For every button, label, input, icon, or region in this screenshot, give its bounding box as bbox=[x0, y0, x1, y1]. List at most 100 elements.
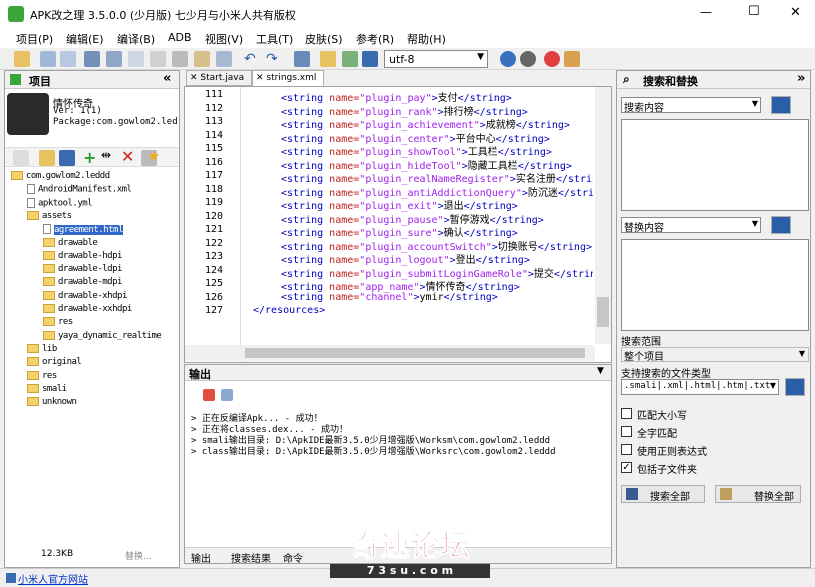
tree-item[interactable]: drawable-xhdpi bbox=[43, 290, 127, 301]
grid-icon[interactable] bbox=[40, 51, 56, 67]
tree-item[interactable]: lib bbox=[27, 343, 57, 354]
menu-project[interactable]: 项目(P) bbox=[16, 31, 53, 47]
menu-skin[interactable]: 皮肤(S) bbox=[305, 31, 343, 47]
tree-item[interactable]: apktool.yml bbox=[27, 197, 93, 208]
checkbox[interactable] bbox=[621, 426, 632, 437]
list-icon[interactable] bbox=[60, 51, 76, 67]
replace-all-button[interactable]: 替换全部 bbox=[715, 485, 801, 503]
tree-item[interactable]: assets bbox=[27, 210, 72, 221]
add-icon[interactable]: + bbox=[83, 148, 99, 167]
scissors-icon[interactable] bbox=[172, 51, 188, 67]
tree-item[interactable]: drawable-hdpi bbox=[43, 250, 122, 261]
open-folder-icon[interactable] bbox=[39, 150, 55, 166]
horizontal-scrollbar[interactable] bbox=[185, 345, 595, 361]
doc-icon[interactable] bbox=[13, 150, 29, 166]
option-regex[interactable]: 使用正则表达式 bbox=[621, 443, 801, 458]
expand-button[interactable]: » bbox=[797, 71, 805, 86]
save-icon[interactable] bbox=[84, 51, 100, 67]
official-site-link[interactable]: 小米人官方网站 bbox=[18, 571, 88, 586]
tab-start-java[interactable]: ✕ Start.java bbox=[186, 70, 252, 86]
vertical-scrollbar[interactable] bbox=[595, 87, 611, 344]
option-whole-word[interactable]: 全字匹配 bbox=[621, 425, 801, 440]
search-input[interactable]: 搜索内容 ▼ bbox=[621, 97, 761, 114]
image-icon[interactable] bbox=[342, 51, 358, 67]
option-subfolders[interactable]: ✓ 包括子文件夹 bbox=[621, 461, 801, 476]
menu-tools[interactable]: 工具(T) bbox=[256, 31, 293, 47]
checkbox[interactable] bbox=[621, 408, 632, 419]
code-editor[interactable]: 111 <string name="plugin_pay">支付</string>… bbox=[184, 86, 612, 363]
filetype-select[interactable]: .smali|.xml|.html|.htm|.txt ▼ bbox=[621, 379, 779, 395]
filetype-apply-button[interactable] bbox=[785, 378, 805, 396]
menu-build[interactable]: 编译(B) bbox=[117, 31, 155, 47]
tree-item[interactable]: drawable-mdpi bbox=[43, 277, 122, 287]
compare-icon[interactable]: ⇹ bbox=[101, 148, 117, 164]
tree-item[interactable]: drawable bbox=[43, 237, 98, 248]
find-icon[interactable] bbox=[294, 51, 310, 67]
clear-output-icon[interactable] bbox=[203, 389, 215, 401]
bug-icon[interactable] bbox=[520, 51, 536, 67]
cut-icon[interactable] bbox=[150, 51, 166, 67]
replace-go-button[interactable] bbox=[771, 216, 791, 234]
copy-icon[interactable] bbox=[128, 51, 144, 67]
copy-output-icon[interactable] bbox=[221, 389, 233, 401]
folder-icon[interactable] bbox=[320, 51, 336, 67]
menu-view[interactable]: 视图(V) bbox=[205, 31, 243, 47]
menu-help[interactable]: 帮助(H) bbox=[407, 31, 446, 47]
tree-item-label: drawable-hdpi bbox=[58, 250, 122, 261]
chevron-down-icon[interactable]: ▼ bbox=[597, 366, 604, 376]
replace-icon[interactable] bbox=[216, 51, 232, 67]
tree-item[interactable]: original bbox=[27, 357, 82, 367]
checkbox-checked[interactable]: ✓ bbox=[621, 462, 632, 473]
tab-strings-xml[interactable]: ✕ strings.xml bbox=[252, 70, 324, 86]
redo-icon[interactable]: ↷ bbox=[266, 51, 282, 67]
tree-item[interactable]: yaya_dynamic_realtime bbox=[43, 330, 162, 341]
scope-select[interactable]: 整个项目 ▼ bbox=[621, 347, 809, 363]
tree-item[interactable]: res bbox=[43, 317, 73, 327]
tree-item[interactable]: drawable-ldpi bbox=[43, 264, 122, 274]
tab-search-results[interactable]: 搜索结果 bbox=[231, 550, 271, 565]
chevron-down-icon[interactable]: ▼ bbox=[752, 99, 758, 108]
help-icon[interactable] bbox=[500, 51, 516, 67]
scrollbar-thumb[interactable] bbox=[597, 297, 609, 327]
save-all-icon[interactable] bbox=[106, 51, 122, 67]
star-icon[interactable]: ★ bbox=[147, 147, 163, 165]
tree-item[interactable]: unknown bbox=[27, 397, 77, 407]
tab-command[interactable]: 命令 bbox=[283, 550, 303, 565]
search-go-button[interactable] bbox=[771, 96, 791, 114]
weibo-icon[interactable] bbox=[544, 51, 560, 67]
close-button[interactable]: ✕ bbox=[790, 5, 801, 20]
line-number: 115 bbox=[204, 143, 223, 154]
option-match-case[interactable]: 匹配大小写 bbox=[621, 407, 801, 422]
search-all-button[interactable]: 搜索全部 bbox=[621, 485, 705, 503]
paste-icon[interactable] bbox=[194, 51, 210, 67]
tab-output[interactable]: 输出 bbox=[191, 550, 211, 565]
tree-item-label: drawable-mdpi bbox=[58, 277, 122, 288]
checkbox[interactable] bbox=[621, 444, 632, 455]
tree-item[interactable]: smali bbox=[27, 383, 67, 394]
minimize-button[interactable]: — bbox=[700, 5, 712, 19]
hscroll-thumb[interactable] bbox=[245, 348, 585, 358]
replace-input[interactable]: 替换内容 ▼ bbox=[621, 217, 761, 234]
home-icon[interactable] bbox=[564, 51, 580, 67]
replace-button[interactable]: 替换... bbox=[125, 549, 152, 562]
tree-item[interactable]: res bbox=[27, 370, 57, 381]
open-icon[interactable] bbox=[14, 51, 30, 67]
undo-icon[interactable]: ↶ bbox=[244, 51, 260, 67]
replace-textarea[interactable] bbox=[621, 239, 809, 331]
collapse-button[interactable]: « bbox=[163, 71, 171, 86]
tree-item[interactable]: agreement.html bbox=[43, 224, 123, 235]
menu-edit[interactable]: 编辑(E) bbox=[66, 31, 104, 47]
chevron-down-icon[interactable]: ▼ bbox=[752, 219, 758, 228]
tab-label: Start.java bbox=[200, 73, 245, 83]
search-textarea[interactable] bbox=[621, 119, 809, 211]
export-icon[interactable] bbox=[59, 150, 75, 166]
tree-item[interactable]: AndroidManifest.xml bbox=[27, 184, 132, 195]
menu-adb[interactable]: ADB bbox=[168, 31, 192, 44]
menu-reference[interactable]: 参考(R) bbox=[356, 31, 394, 47]
tree-item[interactable]: drawable-xxhdpi bbox=[43, 304, 132, 314]
export-icon[interactable] bbox=[362, 51, 378, 67]
tree-item[interactable]: com.gowlom2.leddd bbox=[11, 171, 110, 181]
delete-icon[interactable]: ✕ bbox=[121, 147, 137, 166]
encoding-select[interactable]: utf-8 ▼ bbox=[384, 50, 488, 68]
maximize-button[interactable]: ☐ bbox=[748, 4, 760, 19]
